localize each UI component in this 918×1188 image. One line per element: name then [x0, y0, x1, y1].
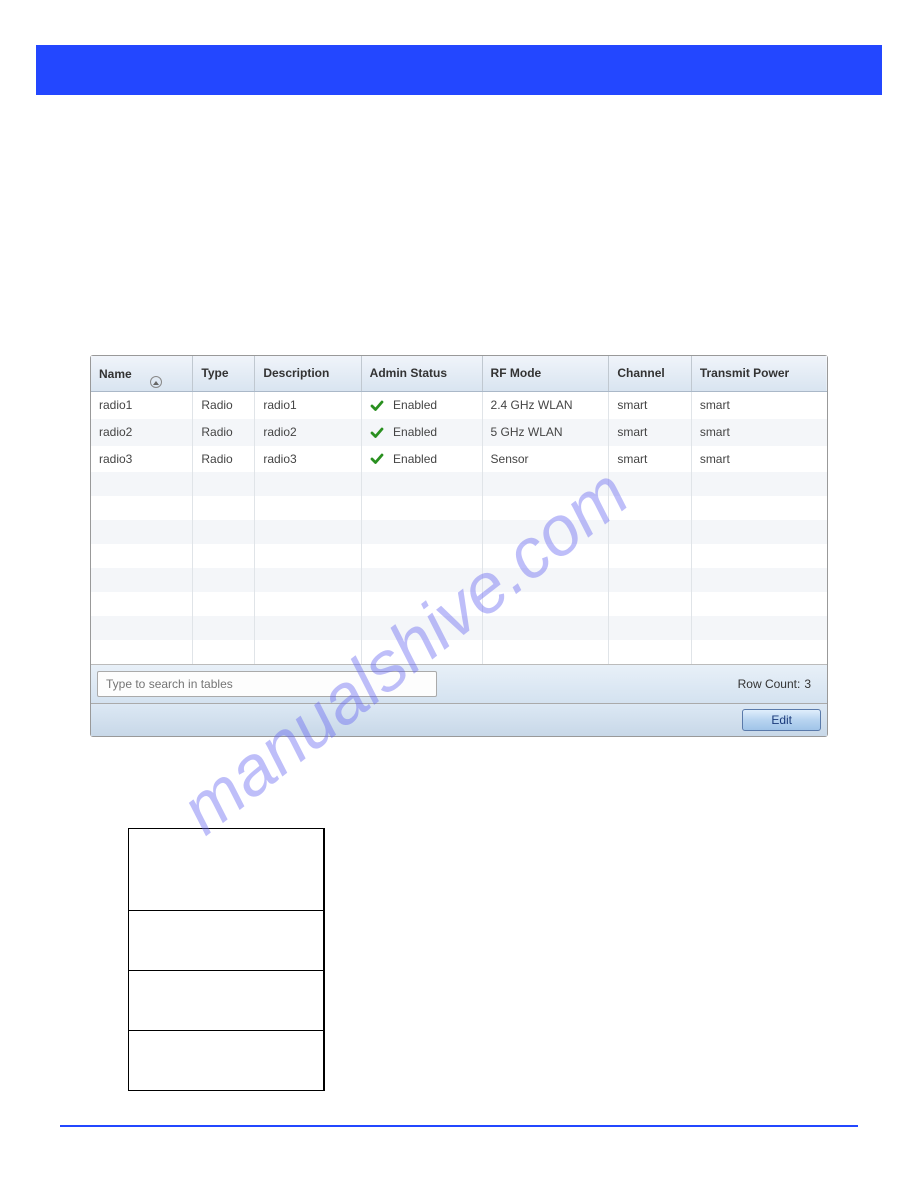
- desc-row: [129, 829, 325, 911]
- check-icon: [370, 452, 384, 466]
- panel-button-bar: Edit: [91, 703, 827, 736]
- col-header-rf-mode[interactable]: RF Mode: [482, 356, 609, 392]
- cell-description: radio1: [255, 392, 361, 419]
- cell-transmit-power: smart: [691, 392, 827, 419]
- cell-rf-mode: 2.4 GHz WLAN: [482, 392, 609, 419]
- cell-name: radio3: [91, 446, 193, 473]
- desc-label-cell: [129, 971, 324, 1031]
- cell-name: radio1: [91, 392, 193, 419]
- table-row: [91, 640, 827, 664]
- col-header-channel[interactable]: Channel: [609, 356, 691, 392]
- check-icon: [370, 399, 384, 413]
- panel-footer: Row Count: 3: [91, 664, 827, 703]
- cell-type: Radio: [193, 446, 255, 473]
- desc-row: [129, 911, 325, 971]
- cell-rf-mode: 5 GHz WLAN: [482, 419, 609, 446]
- cell-type: Radio: [193, 392, 255, 419]
- sort-asc-icon[interactable]: [150, 376, 162, 388]
- table-row[interactable]: radio1 Radio radio1 Enabled 2.4 GHz WLAN…: [91, 392, 827, 419]
- cell-type: Radio: [193, 419, 255, 446]
- radio-grid-panel: Name Type Description Admin Status RF Mo…: [90, 355, 828, 737]
- footer-rule: [60, 1125, 858, 1127]
- description-table: [128, 828, 325, 1091]
- cell-transmit-power: smart: [691, 446, 827, 473]
- table-row: [91, 472, 827, 496]
- table-row: [91, 568, 827, 592]
- radio-table: Name Type Description Admin Status RF Mo…: [91, 356, 827, 664]
- cell-admin-status: Enabled: [361, 446, 482, 473]
- table-row: [91, 592, 827, 616]
- col-header-transmit-power[interactable]: Transmit Power: [691, 356, 827, 392]
- desc-row: [129, 971, 325, 1031]
- desc-value-cell: [324, 829, 325, 911]
- desc-row: [129, 1031, 325, 1091]
- cell-admin-status: Enabled: [361, 419, 482, 446]
- col-header-type[interactable]: Type: [193, 356, 255, 392]
- row-count-label: Row Count:: [738, 677, 801, 691]
- check-icon: [370, 426, 384, 440]
- table-row: [91, 496, 827, 520]
- table-row: [91, 544, 827, 568]
- table-row[interactable]: radio3 Radio radio3 Enabled Sensor smart…: [91, 446, 827, 473]
- table-row[interactable]: radio2 Radio radio2 Enabled 5 GHz WLAN s…: [91, 419, 827, 446]
- table-row: [91, 616, 827, 640]
- status-text: Enabled: [393, 425, 437, 439]
- col-header-admin-status[interactable]: Admin Status: [361, 356, 482, 392]
- header-banner: [36, 45, 882, 95]
- row-count-value: 3: [804, 677, 811, 691]
- col-header-name[interactable]: Name: [91, 356, 193, 392]
- cell-channel: smart: [609, 419, 691, 446]
- cell-name: radio2: [91, 419, 193, 446]
- status-text: Enabled: [393, 398, 437, 412]
- cell-description: radio2: [255, 419, 361, 446]
- status-text: Enabled: [393, 452, 437, 466]
- cell-rf-mode: Sensor: [482, 446, 609, 473]
- cell-channel: smart: [609, 446, 691, 473]
- table-body: radio1 Radio radio1 Enabled 2.4 GHz WLAN…: [91, 392, 827, 665]
- edit-button[interactable]: Edit: [742, 709, 821, 731]
- cell-channel: smart: [609, 392, 691, 419]
- desc-label-cell: [129, 1031, 324, 1091]
- cell-description: radio3: [255, 446, 361, 473]
- desc-label-cell: [129, 829, 324, 911]
- cell-admin-status: Enabled: [361, 392, 482, 419]
- search-input[interactable]: [97, 671, 437, 697]
- table-row: [91, 520, 827, 544]
- desc-value-cell: [324, 911, 325, 971]
- desc-value-cell: [324, 971, 325, 1031]
- desc-value-cell: [324, 1031, 325, 1091]
- col-header-description[interactable]: Description: [255, 356, 361, 392]
- cell-transmit-power: smart: [691, 419, 827, 446]
- header-name-text: Name: [99, 367, 132, 381]
- desc-label-cell: [129, 911, 324, 971]
